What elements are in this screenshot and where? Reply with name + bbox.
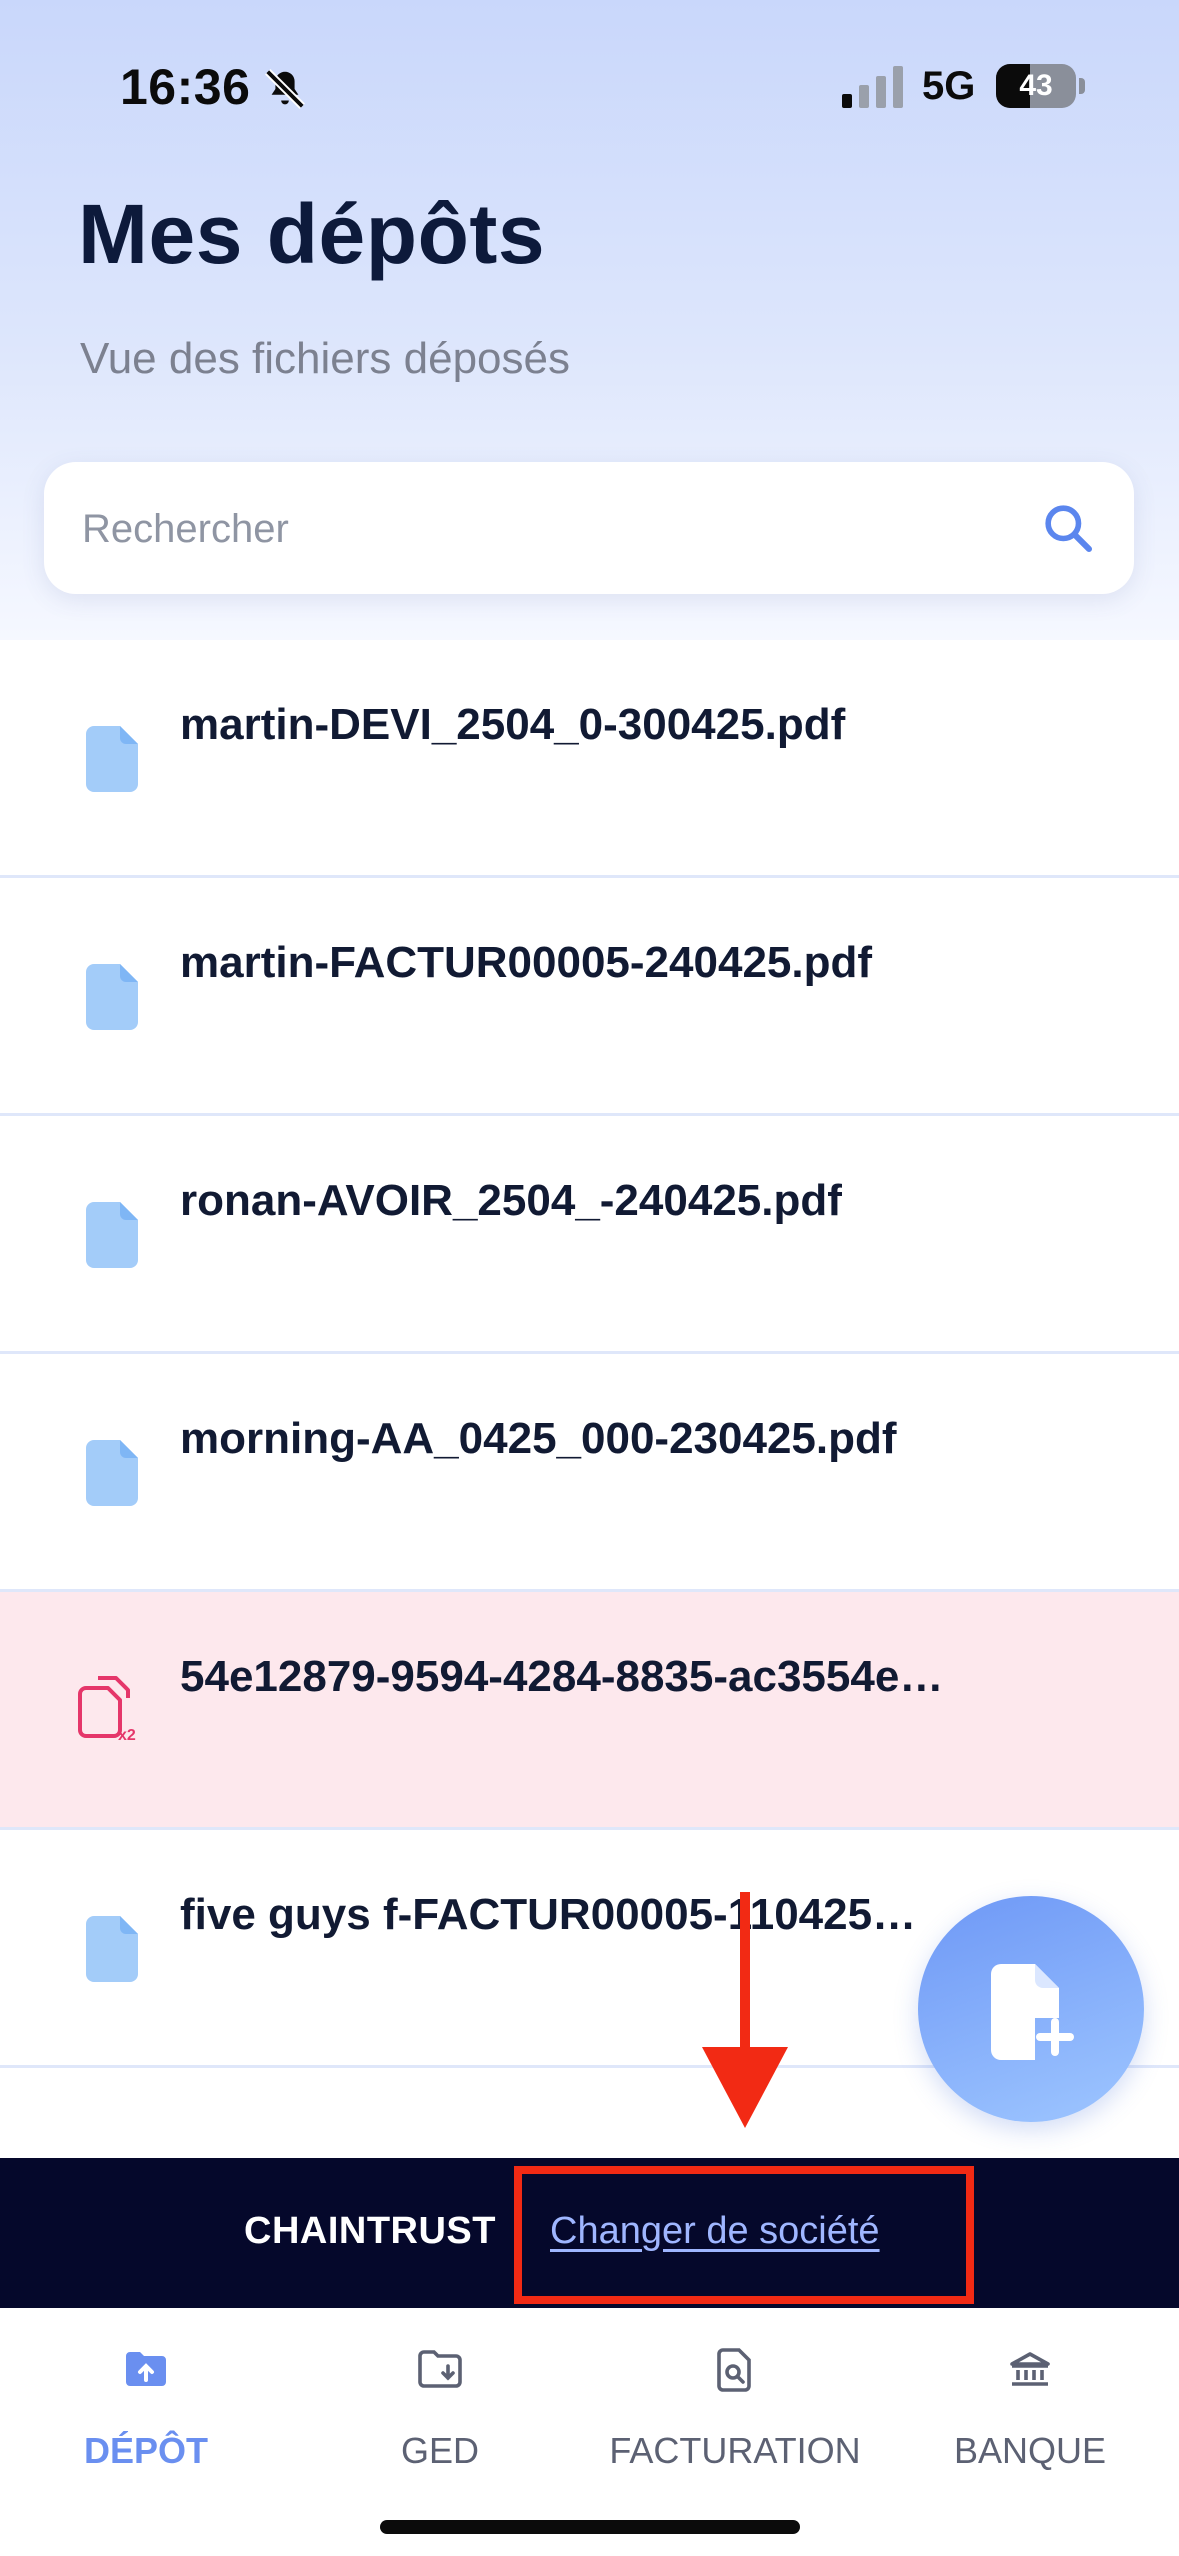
file-name: 54e12879-9594-4284-8835-ac3554e…	[180, 1652, 944, 1701]
folder-upload-icon	[126, 2352, 166, 2386]
bank-icon	[1010, 2352, 1050, 2386]
file-row[interactable]: martin-DEVI_2504_0-300425.pdf	[0, 640, 1179, 878]
search-input[interactable]	[80, 490, 1024, 568]
tab-banque[interactable]: BANQUE	[940, 2308, 1120, 2488]
file-name: ronan-AVOIR_2504_-240425.pdf	[180, 1176, 842, 1225]
add-file-button[interactable]	[918, 1896, 1144, 2122]
search-box	[44, 462, 1134, 594]
tab-label: BANQUE	[953, 2430, 1107, 2471]
home-indicator	[380, 2520, 800, 2534]
tab-label: GED	[400, 2430, 479, 2471]
battery-level: 43	[1019, 69, 1053, 102]
search-icon[interactable]	[1040, 500, 1096, 556]
file-name: morning-AA_0425_000-230425.pdf	[180, 1414, 897, 1463]
file-row-duplicate[interactable]: x2 54e12879-9594-4284-8835-ac3554e…	[0, 1592, 1179, 1830]
network-type: 5G	[922, 64, 976, 108]
battery-icon: 43	[996, 64, 1076, 108]
file-icon	[86, 1916, 138, 1982]
file-row[interactable]: ronan-AVOIR_2504_-240425.pdf	[0, 1116, 1179, 1354]
annotation-highlight-box	[514, 2166, 974, 2304]
annotation-arrow	[702, 1892, 788, 2128]
tab-bar: DÉPÔT GED FACTURATION BANQUE	[0, 2308, 1179, 2556]
tab-label: FACTURATION	[609, 2430, 861, 2471]
status-time: 16:36	[120, 59, 251, 115]
status-bar: 16:36 5G 43	[0, 0, 1179, 170]
tab-ged[interactable]: GED	[370, 2308, 510, 2488]
invoice-search-icon	[717, 2348, 751, 2392]
file-icon	[86, 1440, 138, 1506]
page-subtitle: Vue des fichiers déposés	[80, 334, 570, 383]
svg-text:x2: x2	[118, 1727, 136, 1742]
file-name: martin-DEVI_2504_0-300425.pdf	[180, 700, 846, 749]
folder-download-icon	[418, 2350, 462, 2388]
file-row[interactable]: martin-FACTUR00005-240425.pdf	[0, 878, 1179, 1116]
duplicate-file-icon: x2	[78, 1676, 136, 1742]
tab-depot[interactable]: DÉPÔT	[60, 2308, 232, 2488]
file-list: martin-DEVI_2504_0-300425.pdf martin-FAC…	[0, 640, 1179, 2068]
cellular-signal-icon	[842, 66, 903, 108]
file-icon	[86, 726, 138, 792]
file-row[interactable]: morning-AA_0425_000-230425.pdf	[0, 1354, 1179, 1592]
file-icon	[86, 1202, 138, 1268]
tab-label: DÉPÔT	[83, 2430, 208, 2471]
page-title: Mes dépôts	[78, 187, 546, 281]
bell-muted-icon	[265, 69, 305, 109]
tab-facturation[interactable]: FACTURATION	[600, 2308, 870, 2488]
battery-nub	[1079, 78, 1085, 94]
company-name: CHAINTRUST	[244, 2210, 496, 2252]
add-file-icon	[991, 1964, 1074, 2060]
file-icon	[86, 964, 138, 1030]
file-name: martin-FACTUR00005-240425.pdf	[180, 938, 873, 987]
